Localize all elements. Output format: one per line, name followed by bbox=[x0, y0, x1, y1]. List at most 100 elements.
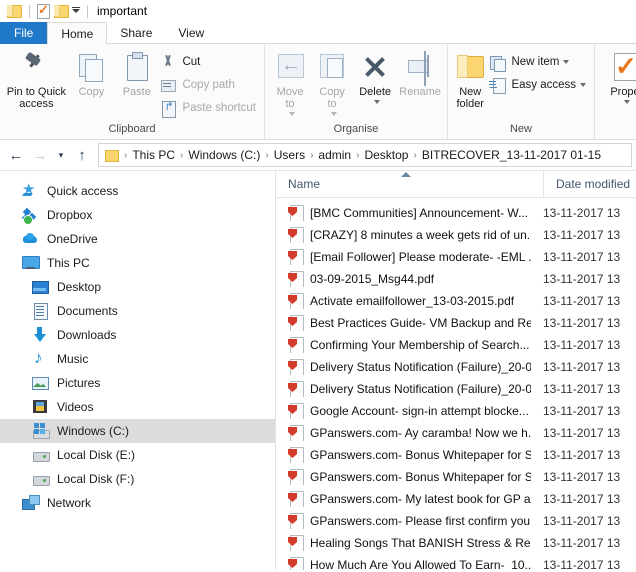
forward-button[interactable]: → bbox=[28, 143, 52, 167]
folder-icon[interactable] bbox=[6, 3, 22, 19]
clipboard-group-label: Clipboard bbox=[108, 123, 156, 135]
tab-file[interactable]: File bbox=[0, 22, 48, 44]
breadcrumb-separator-3: › bbox=[310, 149, 314, 161]
sidebar-item-onedrive[interactable]: OneDrive bbox=[0, 227, 275, 251]
delete-caret-icon[interactable] bbox=[374, 100, 381, 104]
breadcrumb-item-users[interactable]: Users bbox=[272, 148, 307, 162]
pdf-file-icon bbox=[288, 513, 304, 529]
back-button[interactable]: ← bbox=[4, 143, 28, 167]
copy-path-button[interactable]: Copy path bbox=[159, 75, 260, 95]
sidebar-item-videos[interactable]: Videos bbox=[0, 395, 275, 419]
tab-home[interactable]: Home bbox=[47, 22, 108, 45]
breadcrumb-item-this-pc[interactable]: This PC bbox=[130, 148, 177, 162]
sidebar-item-dropbox[interactable]: Dropbox bbox=[0, 203, 275, 227]
column-header-date-modified[interactable]: Date modified bbox=[544, 171, 636, 197]
sidebar-item-this-pc[interactable]: This PC bbox=[0, 251, 275, 275]
table-row[interactable]: Confirming Your Membership of Search... 1… bbox=[276, 334, 636, 356]
easy-access-icon bbox=[488, 76, 507, 94]
sidebar-item-quick-access[interactable]: Quick access bbox=[0, 179, 275, 203]
table-row[interactable]: [BMC Communities] Announcement- W... 13-1… bbox=[276, 202, 636, 224]
table-row[interactable]: GPanswers.com- Please first confirm you.… bbox=[276, 510, 636, 532]
breadcrumb-item-current-folder[interactable]: BITRECOVER_13-11-2017 01-15 bbox=[420, 148, 603, 162]
sidebar-item-downloads[interactable]: Downloads bbox=[0, 323, 275, 347]
file-name-label: Confirming Your Membership of Search... bbox=[310, 338, 530, 352]
properties-caret-icon[interactable] bbox=[624, 100, 630, 104]
file-name-cell: GPanswers.com- Bonus Whitepaper for S... bbox=[276, 469, 531, 485]
table-row[interactable]: Activate emailfollower_13-03-2015.pdf 13-… bbox=[276, 290, 636, 312]
pdf-file-icon bbox=[288, 227, 304, 243]
table-row[interactable]: How Much Are You Allowed To Earn-_10... 1… bbox=[276, 554, 636, 570]
sidebar-item-local-disk-e[interactable]: Local Disk (E:) bbox=[0, 443, 275, 467]
breadcrumb-item-windows-c[interactable]: Windows (C:) bbox=[186, 148, 262, 162]
new-item-label: New item bbox=[511, 56, 560, 68]
onedrive-icon bbox=[22, 231, 40, 247]
customize-qat-caret-icon[interactable] bbox=[71, 3, 82, 19]
new-folder-icon[interactable] bbox=[53, 3, 69, 19]
copy-button[interactable]: Copy bbox=[69, 47, 114, 98]
table-row[interactable]: GPanswers.com- My latest book for GP a..… bbox=[276, 488, 636, 510]
paste-button[interactable]: Paste bbox=[114, 47, 159, 98]
address-bar: ← → ▾ ↑ › This PC › Windows (C:) › Users… bbox=[0, 140, 636, 171]
copy-to-label: Copy to bbox=[319, 86, 345, 110]
easy-access-caret-icon[interactable] bbox=[580, 83, 586, 87]
properties-button[interactable]: Prope bbox=[599, 47, 636, 106]
copy-to-caret-icon[interactable] bbox=[331, 112, 338, 116]
recent-locations-button[interactable]: ▾ bbox=[52, 143, 70, 167]
new-folder-button[interactable]: New folder bbox=[452, 47, 488, 110]
table-row[interactable]: Delivery Status Notification (Failure)_2… bbox=[276, 378, 636, 400]
ribbon-group-clipboard: Pin to Quick access Copy Paste Cut Copy … bbox=[0, 44, 265, 139]
sidebar-item-label: This PC bbox=[47, 256, 90, 270]
table-row[interactable]: Healing Songs That BANISH Stress & Red..… bbox=[276, 532, 636, 554]
move-to-button[interactable]: Move to bbox=[269, 47, 311, 118]
column-header-name-label: Name bbox=[288, 177, 321, 191]
breadcrumb-item-desktop[interactable]: Desktop bbox=[362, 148, 410, 162]
tab-view[interactable]: View bbox=[165, 22, 217, 44]
up-button[interactable]: ↑ bbox=[70, 143, 94, 167]
easy-access-button[interactable]: Easy access bbox=[488, 75, 590, 95]
pin-to-quick-access-button[interactable]: Pin to Quick access bbox=[4, 47, 69, 110]
rename-button[interactable]: Rename bbox=[397, 47, 443, 98]
table-row[interactable]: Delivery Status Notification (Failure)_2… bbox=[276, 356, 636, 378]
breadcrumb-item-admin[interactable]: admin bbox=[316, 148, 353, 162]
new-item-caret-icon[interactable] bbox=[563, 60, 570, 64]
sidebar-item-local-disk-f[interactable]: Local Disk (F:) bbox=[0, 467, 275, 491]
file-date-cell: 13-11-2017 13 bbox=[543, 404, 621, 418]
table-row[interactable]: 03-09-2015_Msg44.pdf 13-11-2017 13 bbox=[276, 268, 636, 290]
file-date-cell: 13-11-2017 13 bbox=[543, 470, 621, 484]
table-row[interactable]: GPanswers.com- Ay caramba! Now we h... 13… bbox=[276, 422, 636, 444]
star-icon bbox=[22, 181, 40, 199]
file-name-cell: Best Practices Guide- VM Backup and Re..… bbox=[276, 315, 531, 331]
cut-button[interactable]: Cut bbox=[159, 52, 260, 72]
delete-button[interactable]: Delete bbox=[353, 47, 397, 106]
move-to-caret-icon[interactable] bbox=[289, 112, 296, 116]
column-header-name[interactable]: Name bbox=[276, 171, 544, 197]
sidebar-item-windows-c[interactable]: Windows (C:) bbox=[0, 419, 275, 443]
this-pc-icon bbox=[22, 255, 40, 271]
pdf-file-icon bbox=[288, 535, 304, 551]
tab-share[interactable]: Share bbox=[107, 22, 165, 44]
file-name-label: [BMC Communities] Announcement- W... bbox=[310, 206, 529, 220]
copy-to-button[interactable]: Copy to bbox=[311, 47, 353, 118]
sidebar-item-pictures[interactable]: Pictures bbox=[0, 371, 275, 395]
sidebar-item-desktop[interactable]: Desktop bbox=[0, 275, 275, 299]
table-row[interactable]: Google Account- sign-in attempt blocke..… bbox=[276, 400, 636, 422]
table-row[interactable]: GPanswers.com- Bonus Whitepaper for S...… bbox=[276, 444, 636, 466]
breadcrumb[interactable]: › This PC › Windows (C:) › Users › admin… bbox=[98, 143, 632, 167]
table-row[interactable]: [CRAZY] 8 minutes a week gets rid of un.… bbox=[276, 224, 636, 246]
file-name-cell: Delivery Status Notification (Failure)_2… bbox=[276, 381, 531, 397]
paste-shortcut-button[interactable]: Paste shortcut bbox=[159, 98, 260, 118]
ribbon: Pin to Quick access Copy Paste Cut Copy … bbox=[0, 44, 636, 140]
sidebar-item-music[interactable]: Music bbox=[0, 347, 275, 371]
new-item-button[interactable]: New item bbox=[488, 52, 590, 72]
file-name-cell: Healing Songs That BANISH Stress & Red..… bbox=[276, 535, 531, 551]
table-row[interactable]: [Email Follower] Please moderate- -EML .… bbox=[276, 246, 636, 268]
properties-icon bbox=[609, 51, 636, 83]
table-row[interactable]: GPanswers.com- Bonus Whitepaper for S...… bbox=[276, 466, 636, 488]
file-name-label: [Email Follower] Please moderate- -EML .… bbox=[310, 250, 531, 264]
sidebar-item-documents[interactable]: Documents bbox=[0, 299, 275, 323]
table-row[interactable]: Best Practices Guide- VM Backup and Re..… bbox=[276, 312, 636, 334]
sidebar-item-network[interactable]: Network bbox=[0, 491, 275, 515]
pdf-file-icon bbox=[288, 359, 304, 375]
file-date-cell: 13-11-2017 13 bbox=[543, 272, 621, 286]
properties-icon[interactable] bbox=[35, 2, 51, 19]
